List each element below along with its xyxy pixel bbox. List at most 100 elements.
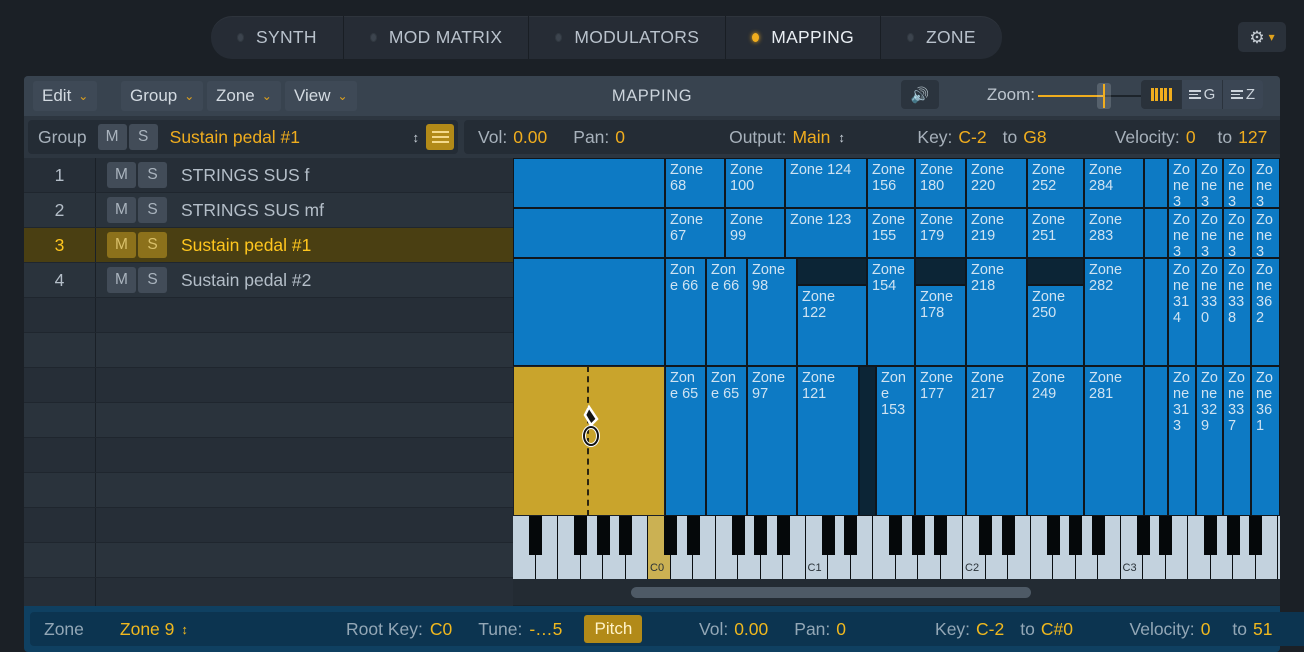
group-row-empty[interactable] bbox=[24, 368, 513, 403]
view-zone-list-button[interactable]: Z bbox=[1223, 80, 1263, 109]
zone-cell[interactable]: Zone 218 bbox=[966, 258, 1027, 366]
group-list-toggle-button[interactable] bbox=[426, 124, 454, 150]
piano-black-key[interactable] bbox=[912, 516, 925, 555]
group-row[interactable]: 4MSSustain pedal #2 bbox=[24, 263, 513, 298]
zone-cell[interactable]: Zone 66 bbox=[706, 258, 747, 366]
tab-synth[interactable]: SYNTH bbox=[211, 16, 344, 59]
tab-zone[interactable]: ZONE bbox=[881, 16, 1002, 59]
zone-cell[interactable]: Zone 3… bbox=[1196, 208, 1223, 258]
piano-black-key[interactable] bbox=[1002, 516, 1015, 555]
zone-cell[interactable]: Zone 3… bbox=[1251, 158, 1280, 208]
zone-cell[interactable] bbox=[1027, 258, 1084, 285]
zone-cell[interactable] bbox=[915, 258, 966, 285]
zone-cell[interactable]: Zone 67 bbox=[665, 208, 725, 258]
zone-cell[interactable]: Zone 3… bbox=[1223, 208, 1251, 258]
zone-cell[interactable]: Zone 65 bbox=[665, 366, 706, 516]
zone-cell[interactable] bbox=[1144, 258, 1168, 366]
group-output-stepper-icon[interactable]: ↕ bbox=[838, 131, 844, 144]
group-row-mute-button[interactable]: M bbox=[107, 267, 136, 293]
zone-cell[interactable]: Zone 3… bbox=[1251, 208, 1280, 258]
group-row-mute-button[interactable]: M bbox=[107, 162, 136, 188]
zone-cell[interactable]: Zone 156 bbox=[867, 158, 915, 208]
group-stepper-icon[interactable]: ↕ bbox=[413, 131, 419, 144]
zone-root-tune-field[interactable]: Root Key: C0 Tune: -…5 Pitch bbox=[330, 612, 710, 646]
zone-cell[interactable] bbox=[797, 258, 867, 285]
zone-cell[interactable]: Zone 362 bbox=[1251, 258, 1280, 366]
zone-cell[interactable]: Zone 121 bbox=[797, 366, 859, 516]
piano-black-key[interactable] bbox=[574, 516, 587, 555]
zone-cell[interactable]: Zone 99 bbox=[725, 208, 785, 258]
zone-cell[interactable]: Zone 97 bbox=[747, 366, 797, 516]
zone-cell[interactable]: Zone 361 bbox=[1251, 366, 1280, 516]
piano-black-key[interactable] bbox=[754, 516, 767, 555]
group-row-solo-button[interactable]: S bbox=[138, 267, 167, 293]
piano-black-key[interactable] bbox=[1159, 516, 1172, 555]
zone-cell[interactable]: Zone 66 bbox=[665, 258, 706, 366]
group-row-empty[interactable] bbox=[24, 333, 513, 368]
piano-black-key[interactable] bbox=[664, 516, 677, 555]
group-selector-field[interactable]: Group M S Sustain pedal #1 ↕ bbox=[28, 120, 458, 154]
zone-cell[interactable]: Zone 153 bbox=[876, 366, 915, 516]
piano-black-key[interactable] bbox=[822, 516, 835, 555]
horizontal-scrollbar[interactable] bbox=[513, 579, 1280, 605]
group-row-solo-button[interactable]: S bbox=[138, 162, 167, 188]
group-row-solo-button[interactable]: S bbox=[138, 232, 167, 258]
piano-black-key[interactable] bbox=[1069, 516, 1082, 555]
tab-mod-matrix[interactable]: MOD MATRIX bbox=[344, 16, 530, 59]
piano-black-key[interactable] bbox=[529, 516, 542, 555]
zone-cell[interactable]: Zone 329 bbox=[1196, 366, 1223, 516]
zone-cell[interactable]: Zone 154 bbox=[867, 258, 915, 366]
zone-cell[interactable]: Zone 281 bbox=[1084, 366, 1144, 516]
zone-cell[interactable]: Zone 220 bbox=[966, 158, 1027, 208]
piano-black-key[interactable] bbox=[597, 516, 610, 555]
piano-black-key[interactable] bbox=[777, 516, 790, 555]
zone-cell[interactable]: Zone 217 bbox=[966, 366, 1027, 516]
zone-cell[interactable]: Zone 122 bbox=[797, 285, 867, 366]
zone-stepper-icon[interactable]: ↕ bbox=[181, 622, 188, 637]
zone-cell[interactable] bbox=[1144, 158, 1168, 208]
piano-black-key[interactable] bbox=[889, 516, 902, 555]
piano-black-key[interactable] bbox=[1249, 516, 1262, 555]
group-row-empty[interactable] bbox=[24, 543, 513, 578]
group-row[interactable]: 3MSSustain pedal #1 bbox=[24, 228, 513, 263]
zone-cell[interactable]: Zone 249 bbox=[1027, 366, 1084, 516]
zone-cell[interactable] bbox=[513, 258, 665, 366]
zone-cell[interactable]: Zone 313 bbox=[1168, 366, 1196, 516]
zone-cell[interactable]: Zone 251 bbox=[1027, 208, 1084, 258]
zone-cell[interactable] bbox=[859, 366, 876, 516]
zone-cell[interactable]: Zone 124 bbox=[785, 158, 867, 208]
zone-cell[interactable]: Zone 252 bbox=[1027, 158, 1084, 208]
piano-black-key[interactable] bbox=[619, 516, 632, 555]
zone-cell[interactable] bbox=[513, 208, 665, 258]
zone-cell[interactable]: Zone 3… bbox=[1168, 158, 1196, 208]
view-group-list-button[interactable]: G bbox=[1182, 80, 1223, 109]
group-row-empty[interactable] bbox=[24, 298, 513, 333]
menu-group[interactable]: Group ⌄ bbox=[121, 81, 203, 111]
menu-edit[interactable]: Edit ⌄ bbox=[33, 81, 97, 111]
scrollbar-thumb[interactable] bbox=[631, 587, 1031, 598]
zone-cell[interactable]: Zone 282 bbox=[1084, 258, 1144, 366]
group-key-range-field[interactable]: Key: C-2 to G8 bbox=[864, 120, 1100, 154]
group-row[interactable]: 2MSSTRINGS SUS mf bbox=[24, 193, 513, 228]
piano-black-key[interactable] bbox=[1047, 516, 1060, 555]
zone-cell[interactable]: Zone 338 bbox=[1223, 258, 1251, 366]
group-row-empty[interactable] bbox=[24, 438, 513, 473]
zoom-slider-knob[interactable] bbox=[1097, 83, 1111, 109]
group-row-empty[interactable] bbox=[24, 473, 513, 508]
zone-cell[interactable]: Zone 3… bbox=[1196, 158, 1223, 208]
zone-cell[interactable] bbox=[1144, 366, 1168, 516]
zone-cell[interactable]: Zone 65 bbox=[706, 366, 747, 516]
piano-black-key[interactable] bbox=[1204, 516, 1217, 555]
zone-cell[interactable]: Zone 314 bbox=[1168, 258, 1196, 366]
group-solo-button[interactable]: S bbox=[129, 124, 158, 150]
zone-cell[interactable]: Zone 284 bbox=[1084, 158, 1144, 208]
zone-cell[interactable]: Zone 180 bbox=[915, 158, 966, 208]
group-row[interactable]: 1MSSTRINGS SUS f bbox=[24, 158, 513, 193]
zone-cell[interactable]: Zone 3… bbox=[1168, 208, 1196, 258]
zone-cell[interactable]: Zone 283 bbox=[1084, 208, 1144, 258]
zone-map[interactable]: Zone 68Zone 100Zone 124Zone 156Zone 180Z… bbox=[513, 158, 1280, 610]
group-velocity-range-field[interactable]: Velocity: 0 to 127 bbox=[1070, 120, 1280, 154]
zone-grid[interactable]: Zone 68Zone 100Zone 124Zone 156Zone 180Z… bbox=[513, 158, 1280, 516]
zone-cell[interactable]: Zone 123 bbox=[785, 208, 867, 258]
group-row-empty[interactable] bbox=[24, 508, 513, 543]
